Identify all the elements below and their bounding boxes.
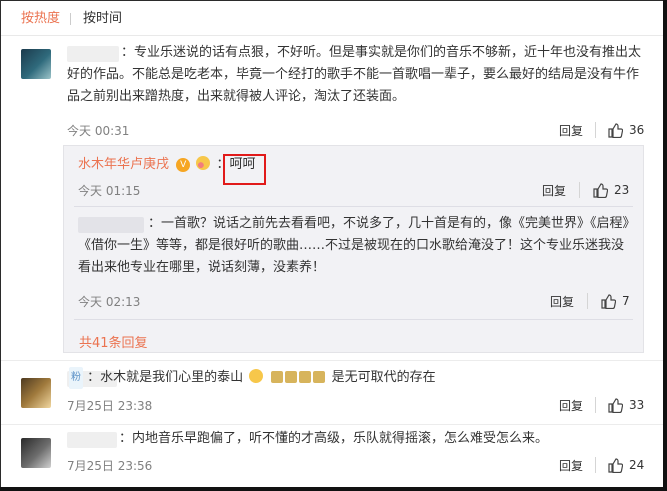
like-count: 7: [622, 294, 630, 308]
reply-time: 今天 02:13: [78, 295, 141, 309]
reply-text: ：一首歌？说话之前先去看看吧，不说多了，几十首是有的，像《完美世界》《启程》《借…: [78, 216, 630, 275]
mini-emojis: [271, 371, 326, 383]
avatar[interactable]: [21, 378, 51, 408]
thumbs-up-icon: [608, 458, 623, 473]
reply-author[interactable]: 水木年华卢庚戌: [78, 157, 169, 172]
comment-time: 7月25日 23:56: [67, 459, 153, 473]
frame-shadow-right: [663, 0, 667, 491]
like-button[interactable]: 7: [600, 293, 630, 309]
kiss-emoji-icon: [249, 369, 264, 383]
comment-time: 7月25日 23:38: [67, 399, 153, 413]
verified-icon: V: [176, 158, 191, 172]
reply-button[interactable]: 回复: [542, 182, 566, 199]
comment-line: 粉 ：水木就是我们心里的泰山 是无可取代的存在: [67, 367, 444, 389]
like-button[interactable]: 33: [607, 397, 644, 413]
action-divider: [595, 122, 596, 138]
like-count: 24: [629, 458, 645, 472]
like-button[interactable]: 24: [607, 457, 644, 473]
annotation-highlight-box: [223, 154, 266, 185]
reply-button[interactable]: 回复: [559, 122, 583, 139]
reply-button[interactable]: 回复: [550, 293, 574, 310]
reply-separator: [74, 319, 633, 320]
thumbs-up-icon: [593, 183, 608, 198]
reply-button[interactable]: 回复: [559, 457, 583, 474]
gold-emoji-icon: [271, 371, 284, 383]
comment-panel: 按热度 按时间 ：专业乐迷说的话有点狠，不好听。但是事实就是你们的音乐不够新，近…: [0, 0, 667, 491]
action-divider: [579, 182, 580, 198]
action-divider: [587, 293, 588, 309]
sort-divider: [70, 13, 71, 25]
reply-time: 今天 01:15: [78, 184, 141, 198]
sort-by-time-tab[interactable]: 按时间: [83, 11, 122, 26]
avatar[interactable]: [21, 49, 51, 79]
more-replies-link[interactable]: 共41条回复: [79, 332, 148, 351]
frame-shadow-bottom: [0, 487, 667, 491]
sort-bar: 按热度 按时间: [1, 1, 666, 36]
action-divider: [595, 397, 596, 413]
fan-badge: 粉: [69, 367, 83, 389]
reply-button[interactable]: 回复: [559, 397, 583, 414]
replies-container: 水木年华卢庚戌 V ：呵呵 今天 01:15 回复 23 ：一首歌？说话之前先去…: [63, 145, 644, 353]
like-button[interactable]: 36: [607, 122, 644, 138]
comment-text: ：专业乐迷说的话有点狠，不好听。但是事实就是你们的音乐不够新，近十年也没有推出太…: [67, 45, 642, 104]
blush-emoji-icon: [196, 156, 211, 170]
section-divider: [1, 360, 666, 361]
reply-separator: [74, 206, 633, 207]
sort-by-hot-tab[interactable]: 按热度: [21, 11, 60, 26]
comment-text: ：内地音乐早跑偏了，听不懂的才高级，乐队就得摇滚，怎么难受怎么来。: [119, 431, 549, 446]
comment-text: ：水木就是我们心里的泰山: [87, 370, 244, 385]
like-count: 36: [629, 123, 645, 137]
gold-emoji-icon: [299, 371, 312, 383]
thumbs-up-icon: [608, 123, 623, 138]
comment-time: 今天 00:31: [67, 124, 130, 138]
redacted-username: [67, 432, 117, 448]
avatar[interactable]: [21, 438, 51, 468]
like-count: 23: [614, 183, 630, 197]
section-divider: [1, 424, 666, 425]
comment-text-tail: 是无可取代的存在: [331, 370, 436, 385]
action-divider: [595, 457, 596, 473]
thumbs-up-icon: [601, 294, 616, 309]
like-count: 33: [629, 398, 645, 412]
gold-emoji-icon: [313, 371, 326, 383]
thumbs-up-icon: [608, 398, 623, 413]
gold-emoji-icon: [285, 371, 298, 383]
like-button[interactable]: 23: [592, 182, 629, 198]
